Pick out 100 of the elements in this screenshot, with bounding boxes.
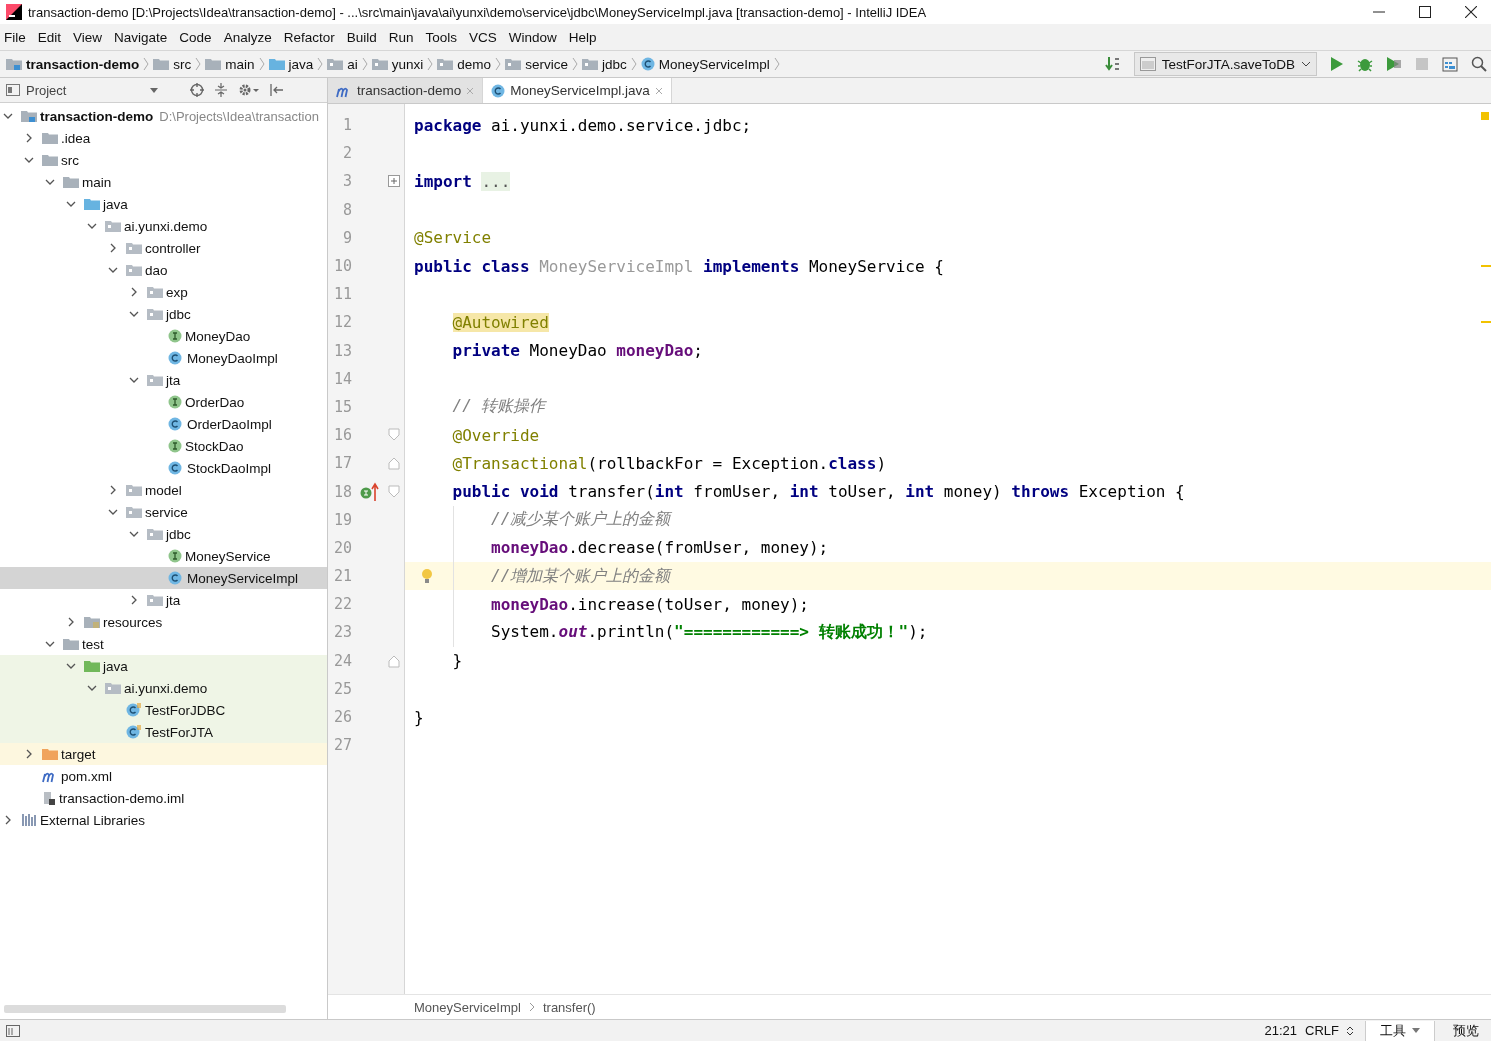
nav-crumb[interactable]: demo (457, 56, 492, 72)
tree-item[interactable]: OrderDao (185, 394, 245, 410)
test-scope-highlight[interactable]: TestForJDBC (0, 699, 327, 721)
tree-item[interactable]: MoneyService (185, 548, 271, 564)
line-separator[interactable]: CRLF (1305, 1023, 1339, 1038)
tree-item[interactable]: transaction-demo.iml (59, 790, 185, 806)
menu-item[interactable]: Run (387, 29, 425, 45)
nav-crumb[interactable]: ai (347, 56, 358, 72)
menu-item[interactable]: Window (507, 29, 568, 45)
tool-window-selector[interactable]: Project (26, 82, 67, 98)
nav-crumb[interactable]: src (173, 56, 192, 72)
tree-item[interactable]: ai.yunxi.demo (124, 680, 208, 696)
expand-toggle-icon[interactable] (108, 243, 118, 253)
nav-crumb[interactable]: transaction-demo (26, 56, 140, 72)
expand-toggle-icon[interactable] (66, 661, 76, 671)
menu-item[interactable]: Build (345, 29, 388, 45)
tree-item[interactable]: exp (166, 284, 188, 300)
tree-item[interactable]: transaction-demo (40, 108, 154, 124)
hide-panel-icon[interactable] (270, 83, 285, 97)
expand-toggle-icon[interactable] (3, 111, 13, 121)
dropdown-caret-icon[interactable] (1412, 1028, 1420, 1033)
tree-item[interactable]: test (82, 636, 104, 652)
nav-crumb[interactable]: yunxi (391, 56, 424, 72)
tree-item[interactable]: resources (103, 614, 163, 630)
tree-item[interactable]: target (61, 746, 96, 762)
scrollbar[interactable] (4, 1005, 286, 1013)
menu-item[interactable]: Code (178, 29, 223, 45)
menu-item[interactable]: View (72, 29, 114, 45)
tree-item[interactable]: TestForJDBC (145, 702, 226, 718)
maximize-icon[interactable] (1419, 6, 1431, 18)
fold-marker-icon[interactable] (388, 484, 400, 499)
expand-toggle-icon[interactable] (24, 749, 34, 759)
tree-item[interactable]: TestForJTA (145, 724, 213, 740)
test-scope-highlight[interactable]: TestForJTA (0, 721, 327, 743)
menu-item[interactable]: Navigate (113, 29, 179, 45)
fold-marker-icon[interactable] (388, 653, 400, 668)
breadcrumb-item[interactable]: MoneyServiceImpl (414, 999, 521, 1015)
expand-toggle-icon[interactable] (129, 529, 139, 539)
tree-item[interactable]: OrderDaoImpl (187, 416, 272, 432)
test-scope-highlight[interactable]: java (0, 655, 327, 677)
nav-crumb[interactable]: MoneyServiceImpl (658, 56, 770, 72)
expand-toggle-icon[interactable] (45, 177, 55, 187)
tree-item[interactable]: .idea (61, 130, 91, 146)
tree-item[interactable]: jta (166, 592, 181, 608)
expand-toggle-icon[interactable] (108, 485, 118, 495)
tree-item[interactable]: java (103, 658, 128, 674)
menu-item[interactable]: VCS (468, 29, 508, 45)
nav-crumb[interactable]: java (288, 56, 314, 72)
nav-crumb[interactable]: main (225, 56, 255, 72)
run-icon[interactable] (1330, 56, 1344, 72)
expand-toggle-icon[interactable] (24, 155, 34, 165)
lightbulb-icon[interactable] (421, 568, 433, 584)
settings-icon[interactable] (238, 83, 261, 97)
nav-crumb[interactable]: jdbc (601, 56, 627, 72)
fold-marker-icon[interactable] (388, 456, 400, 471)
project-structure-icon[interactable] (1442, 56, 1458, 72)
excluded-scope-highlight[interactable]: target (0, 743, 327, 765)
tree-item[interactable]: jdbc (166, 526, 191, 542)
tree-item[interactable]: ai.yunxi.demo (124, 218, 208, 234)
tree-item[interactable]: controller (145, 240, 201, 256)
nav-crumb[interactable]: service (525, 56, 568, 72)
expand-toggle-icon[interactable] (66, 199, 76, 209)
selected-row-highlight[interactable]: MoneyServiceImpl (0, 567, 327, 589)
tree-item[interactable]: java (103, 196, 128, 212)
menu-item[interactable]: Help (567, 29, 608, 45)
tree-item[interactable]: model (145, 482, 182, 498)
collapse-all-icon[interactable] (214, 83, 229, 97)
test-scope-highlight[interactable]: ai.yunxi.demo (0, 677, 327, 699)
fold-marker-icon[interactable] (388, 428, 400, 443)
menu-item[interactable]: Edit (36, 29, 73, 45)
menu-item[interactable]: Refactor (282, 29, 346, 45)
breadcrumb-item[interactable]: transfer() (542, 999, 596, 1015)
expand-toggle-icon[interactable] (3, 815, 13, 825)
menu-item[interactable]: Analyze (222, 29, 283, 45)
expand-toggle-icon[interactable] (45, 639, 55, 649)
expand-toggle-icon[interactable] (129, 595, 139, 605)
tree-item[interactable]: StockDaoImpl (187, 460, 272, 476)
tree-item[interactable]: External Libraries (40, 812, 146, 828)
tree-item[interactable]: jdbc (166, 306, 191, 322)
expand-toggle-icon[interactable] (108, 265, 118, 275)
expand-toggle-icon[interactable] (87, 221, 97, 231)
close-icon[interactable] (1465, 6, 1477, 18)
dropdown-caret-icon[interactable] (150, 87, 159, 93)
expand-toggle-icon[interactable] (66, 617, 76, 627)
search-icon[interactable] (1471, 56, 1487, 72)
expand-toggle-icon[interactable] (129, 287, 139, 297)
menu-item[interactable]: Tools (424, 29, 468, 45)
locate-icon[interactable] (190, 83, 205, 97)
implements-icon[interactable] (360, 481, 380, 502)
tree-item[interactable]: MoneyDao (185, 328, 251, 344)
expand-toggle-icon[interactable] (129, 309, 139, 319)
tree-item[interactable]: dao (145, 262, 168, 278)
expand-toggle-icon[interactable] (87, 683, 97, 693)
tree-item[interactable]: jta (166, 372, 181, 388)
panel-toggle-icon[interactable] (6, 1023, 20, 1038)
bug-icon[interactable] (1357, 56, 1373, 72)
menu-item[interactable]: File (3, 29, 37, 45)
coverage-icon[interactable] (1386, 56, 1402, 72)
expand-toggle-icon[interactable] (24, 133, 34, 143)
tree-item[interactable]: src (61, 152, 79, 168)
